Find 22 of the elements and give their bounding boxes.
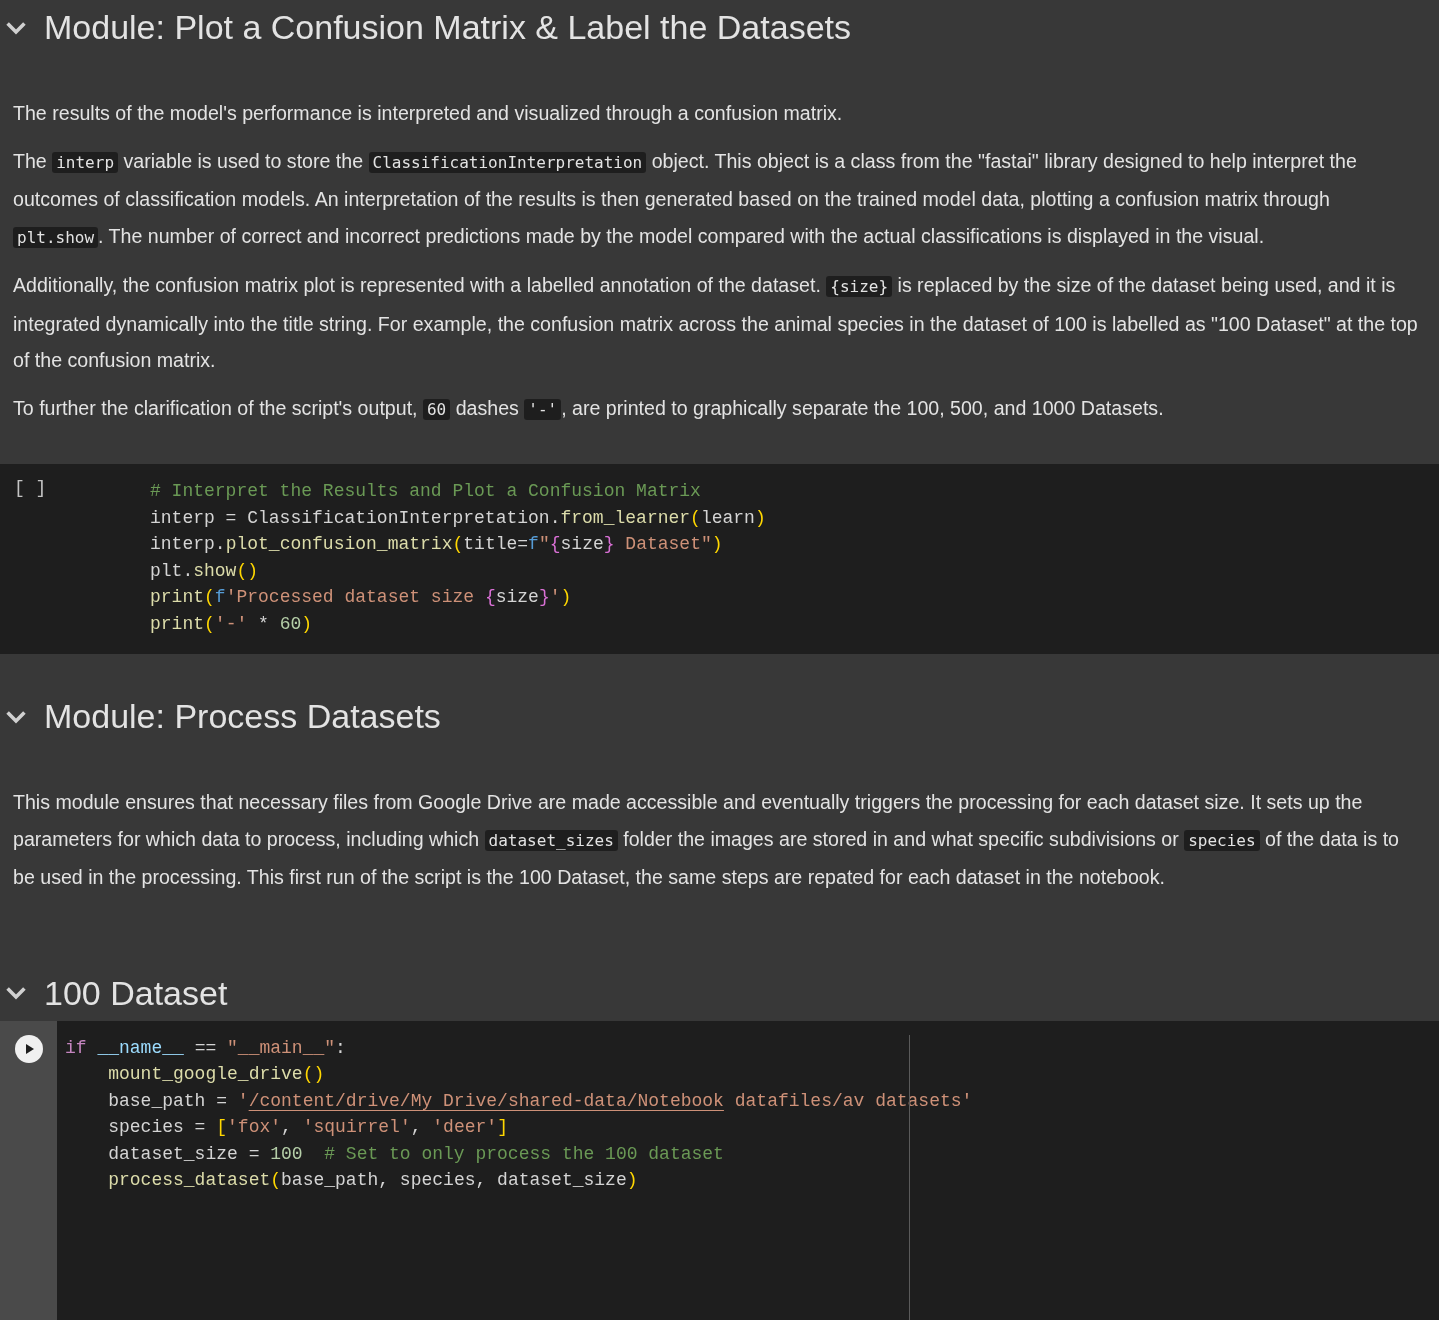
run-button[interactable] [14, 1034, 43, 1063]
code-line: interp = ClassificationInterpretation.from_learner(learn) [150, 506, 766, 530]
code-line: dataset_size = 100 # Set to only process the 100 dataset [107, 1142, 724, 1166]
code-line: mount_google_drive() [107, 1063, 325, 1086]
code-line: interp.plot_confusion_matrix(title=f"{size} Dataset") [150, 533, 723, 556]
code-line: base_path = '/content/drive/My Drive/shared-data/Notebook datafiles/av datasets' [107, 1089, 973, 1113]
code-line: if __name__ == "__main__": [65, 1036, 346, 1060]
paragraph: The interp variable is used to store the ClassificationInterpretation object. This object is a class from the "fastai" library designed to help interpret the outcomes of classification models. An interpretation of the results is then generated based on the trained model data, plotting a confusion matrix through plt.show . The number of correct and incorrect predictions made by the model compared with the actual classifications is displayed in the visual. [13, 148, 1358, 250]
section-heading: Module: Plot a Confusion Matrix & Label the Datasets [44, 8, 851, 47]
paragraph: To further the clarification of the script's output, 60 dashes '-' , are printed to graphically separate the 100, 500, and 1000 Datasets. [13, 395, 1165, 422]
section-heading: 100 Dataset [44, 973, 228, 1013]
code-line: process_dataset(base_path, species, dataset_size) [107, 1169, 638, 1192]
paragraph: This module ensures that necessary files from Google Drive are made accessible and eventually triggers the processing for each dataset size. It sets up the parameters for which data to process, including which dataset_sizes folder the images are stored in and what specific subdivisions or species of the data is to be used in the processing. This first run of the script is the 100 Dataset, the same steps are repated for each dataset in the notebook. [13, 790, 1401, 890]
execution-count: [ ] [13, 478, 47, 498]
code-line: plt.show() [150, 559, 259, 583]
section-heading: Module: Process Datasets [44, 697, 441, 736]
paragraph: Additionally, the confusion matrix plot is represented with a labelled annotation of the dataset. {size} is replaced by the size of the dataset being used, and it is integrated dynamically into the title string. For example, the confusion matrix across the animal species in the dataset of 100 is labelled as "100 Dataset" at the top of the confusion matrix. [13, 273, 1419, 373]
paragraph: The results of the model's performance is interpreted and visualized through a confusion matrix. [13, 101, 844, 126]
code-line: print('-' * 60) [150, 612, 313, 636]
code-line: species = ['fox', 'squirrel', 'deer'] [107, 1116, 508, 1139]
code-line: # Interpret the Results and Plot a Confusion Matrix [150, 480, 701, 503]
code-line: print(f'Processed dataset size {size}') [150, 586, 572, 609]
